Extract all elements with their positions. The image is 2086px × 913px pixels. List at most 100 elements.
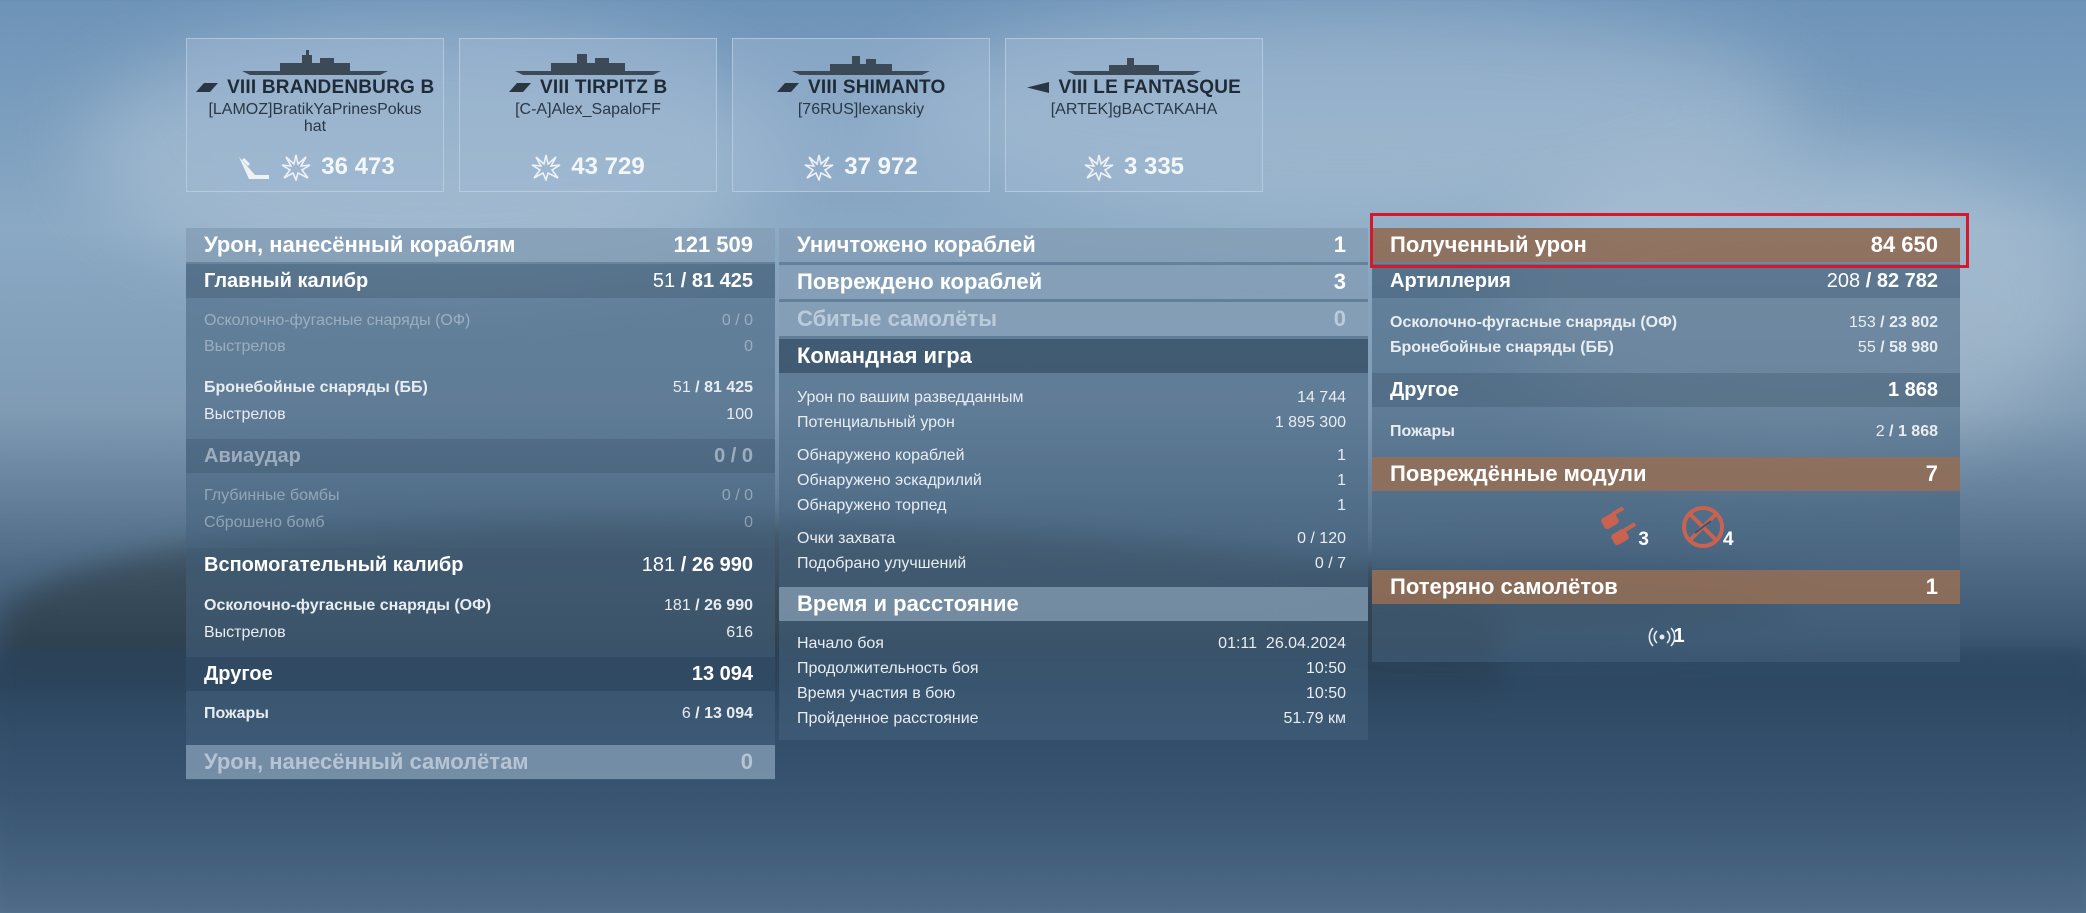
label: Осколочно-фугасные снаряды (ОФ): [1390, 314, 1678, 331]
battleship-class-icon: [195, 83, 218, 93]
label: Осколочно-фугасные снаряды (ОФ): [204, 597, 492, 614]
team-play-header: Командная игра: [779, 339, 1368, 373]
damage-explosion-icon: [531, 154, 561, 181]
secondary-battery-row: Вспомогательный калибр 181 / 26 990: [186, 548, 775, 582]
ap-shells-row: Бронебойные снаряды (ББ) 51 / 81 425: [186, 376, 775, 400]
value: 1 895 300: [1274, 414, 1346, 431]
ship-title: SHIMANTO: [842, 77, 946, 98]
aircraft-damage-header: Урон, нанесённый самолётам 0: [186, 745, 775, 779]
label: Артиллерия: [1390, 269, 1511, 292]
destroyed-ships-row: Уничтожено кораблей 1: [779, 228, 1368, 262]
value: 616: [726, 624, 753, 641]
label: Очки захвата: [797, 530, 896, 547]
cruiser-class-icon: [776, 83, 799, 93]
label: Сбитые самолёты: [797, 306, 998, 331]
cruiser-silhouette-icon: [792, 56, 930, 75]
label: Уничтожено кораблей: [797, 232, 1036, 257]
value: 0: [1333, 306, 1346, 331]
value: 181 / 26 990: [664, 597, 753, 614]
label: Потеряно самолётов: [1390, 574, 1618, 599]
he-shots-row: Выстрелов 0: [186, 335, 775, 359]
secondary-he-row: Осколочно-фугасные снаряды (ОФ) 181 / 26…: [186, 594, 775, 618]
received-fires-row: Пожары 2 / 1 868: [1372, 420, 1960, 444]
player-name: [76RUS]lexanskiy: [797, 101, 925, 118]
value: 55 / 58 980: [1857, 339, 1938, 356]
received-ap-row: Бронебойные снаряды (ББ) 55 / 58 980: [1372, 336, 1960, 360]
lost-planes-count: 1: [1673, 625, 1685, 647]
label: Вспомогательный калибр: [204, 553, 464, 576]
player-name: [ARTEK]gBACTAKAHA: [1050, 101, 1218, 118]
potential-damage-row: Потенциальный урон 1 895 300: [779, 411, 1368, 435]
ship-title: LE FANTASQUE: [1093, 77, 1241, 98]
destroyer-class-icon: [1026, 82, 1049, 94]
lost-planes-header: Потеряно самолётов 1: [1372, 570, 1960, 604]
ship-tier: VIII: [540, 77, 570, 98]
damage-value: 37 972: [844, 153, 918, 180]
label: Пожары: [1390, 423, 1455, 440]
value: 1 868: [1887, 378, 1938, 401]
label: Урон, нанесённый самолётам: [204, 749, 529, 774]
label: Пожары: [204, 705, 269, 722]
label: Время и расстояние: [797, 591, 1019, 616]
value: 1: [1337, 497, 1346, 514]
player-name: [C-A]Alex_SapaloFF: [515, 101, 661, 118]
received-he-row: Осколочно-фугасные снаряды (ОФ) 153 / 23…: [1372, 311, 1960, 335]
ship-card[interactable]: VIII BRANDENBURG B [LAMOZ]BratikYaPrines…: [186, 38, 444, 192]
battleship-silhouette-icon: [515, 54, 661, 75]
value: 0 / 7: [1314, 555, 1346, 572]
battle-duration-row: Продолжительность боя 10:50: [779, 657, 1368, 681]
distance-row: Пройденное расстояние 51.79 км: [779, 707, 1368, 731]
spotted-squadrons-row: Обнаружено эскадрилий 1: [779, 469, 1368, 493]
label: Подобрано улучшений: [797, 555, 967, 572]
destroyer-silhouette-icon: [1067, 58, 1201, 75]
damaged-modules-header: Повреждённые модули 7: [1372, 457, 1960, 491]
ship-card[interactable]: VIII SHIMANTO [76RUS]lexanskiy 37 972: [732, 38, 990, 192]
label: Время участия в бою: [797, 685, 956, 702]
value: 10:50: [1305, 685, 1346, 702]
label: Повреждённые модули: [1390, 461, 1647, 486]
label: Другое: [204, 662, 273, 685]
capture-points-row: Очки захвата 0 / 120: [779, 527, 1368, 551]
value: 2 / 1 868: [1875, 423, 1938, 440]
turret-icon: [1601, 507, 1637, 546]
damage-explosion-icon: [1084, 154, 1114, 181]
label: Продолжительность боя: [797, 660, 979, 677]
depth-charges-row: Глубинные бомбы 0 / 0: [186, 484, 775, 508]
ship-title: TIRPITZ B: [574, 77, 668, 98]
turret-count: 3: [1638, 529, 1649, 550]
value: 13 094: [691, 662, 753, 685]
bombs-dropped-row: Сброшено бомб 0: [186, 511, 775, 535]
label: Другое: [1390, 378, 1459, 401]
battle-summary-panel: Уничтожено кораблей 1 Повреждено корабле…: [779, 228, 1368, 740]
label: Выстрелов: [204, 406, 286, 423]
ship-card[interactable]: VIII LE FANTASQUE [ARTEK]gBACTAKAHA 3 33…: [1005, 38, 1263, 192]
label: Урон, нанесённый кораблям: [204, 232, 516, 257]
label: Выстрелов: [204, 338, 286, 355]
value: 01:11 26.04.2024: [1218, 635, 1346, 652]
value: 0 / 120: [1297, 530, 1346, 547]
participation-time-row: Время участия в бою 10:50: [779, 682, 1368, 706]
damage-value: 43 729: [571, 153, 645, 180]
planes-shot-down-row: Сбитые самолёты 0: [779, 302, 1368, 336]
value: 181 / 26 990: [641, 553, 753, 576]
battleship-class-icon: [508, 83, 531, 93]
value: 0: [744, 338, 753, 355]
spotting-damage-row: Урон по вашим разведданным 14 744: [779, 386, 1368, 410]
value: 6 / 13 094: [681, 705, 753, 722]
ship-tier: VIII: [808, 77, 838, 98]
value: 51 / 81 425: [652, 269, 753, 292]
upgrades-picked-row: Подобрано улучшений 0 / 7: [779, 552, 1368, 576]
label: Начало боя: [797, 635, 884, 652]
airstrike-row: Авиаудар 0 / 0: [186, 439, 775, 473]
value: 10:50: [1305, 660, 1346, 677]
value: 208 / 82 782: [1826, 269, 1938, 292]
label: Авиаудар: [204, 444, 301, 467]
ship-name: VIII SHIMANTO: [733, 77, 989, 99]
damage-explosion-icon: [281, 154, 311, 181]
label: Пройденное расстояние: [797, 710, 979, 727]
sunk-ship-icon: [239, 157, 270, 179]
player-name: [LAMOZ]BratikYaPrinesPokus hat: [208, 101, 422, 135]
label: Урон по вашим разведданным: [797, 389, 1024, 406]
label: Командная игра: [797, 343, 972, 368]
ship-card[interactable]: VIII TIRPITZ B [C-A]Alex_SapaloFF 43 729: [459, 38, 717, 192]
